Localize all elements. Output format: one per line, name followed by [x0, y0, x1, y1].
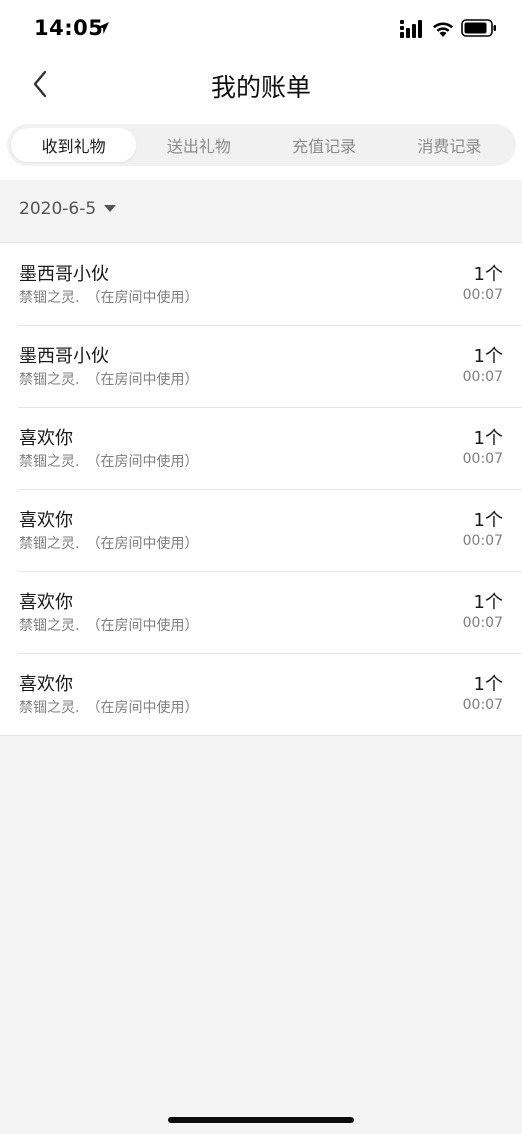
nav-bar: 我的账单 — [0, 58, 522, 114]
gift-time: 00:07 — [462, 615, 503, 631]
gift-time: 00:07 — [462, 287, 503, 303]
gift-source: 禁锢之灵. （在房间中使用） — [19, 290, 199, 306]
list-item: 喜欢你 禁锢之灵. （在房间中使用） 1个 00:07 — [0, 653, 522, 735]
gift-time: 00:07 — [462, 697, 503, 713]
gift-name: 墨西哥小伙 — [19, 346, 109, 367]
list-item: 喜欢你 禁锢之灵. （在房间中使用） 1个 00:07 — [0, 571, 522, 653]
tab-sent-gifts[interactable]: 送出礼物 — [136, 128, 261, 162]
gift-source: 禁锢之灵. （在房间中使用） — [19, 618, 199, 634]
page-title: 我的账单 — [210, 73, 311, 102]
gift-count: 1个 — [473, 510, 503, 531]
gift-time: 00:07 — [462, 533, 503, 549]
tab-spending-records[interactable]: 消费记录 — [387, 128, 512, 162]
list-item: 喜欢你 禁锢之灵. （在房间中使用） 1个 00:07 — [0, 407, 522, 489]
gift-source: 禁锢之灵. （在房间中使用） — [19, 536, 199, 552]
records-list: 墨西哥小伙 禁锢之灵. （在房间中使用） 1个 00:07 墨西哥小伙 禁锢之灵… — [0, 242, 522, 736]
list-item: 墨西哥小伙 禁锢之灵. （在房间中使用） 1个 00:07 — [0, 243, 522, 325]
gift-count: 1个 — [473, 428, 503, 449]
gift-time: 00:07 — [462, 369, 503, 385]
caret-down-icon — [104, 205, 117, 212]
tab-recharge-records[interactable]: 充值记录 — [262, 128, 387, 162]
gift-source: 禁锢之灵. （在房间中使用） — [19, 454, 199, 470]
status-bar: 14:05 — [0, 0, 522, 58]
gift-count: 1个 — [473, 346, 503, 367]
tab-received-gifts[interactable]: 收到礼物 — [11, 128, 137, 162]
battery-icon — [461, 19, 496, 37]
gift-name: 喜欢你 — [19, 510, 73, 531]
header-area: 14:05 我的账单 收到礼物 送出礼物 充值记录 消费记录 — [0, 0, 522, 180]
location-arrow-icon — [97, 22, 109, 34]
gift-name: 喜欢你 — [19, 428, 73, 449]
wifi-icon — [433, 22, 453, 37]
gift-name: 喜欢你 — [19, 674, 73, 695]
gift-count: 1个 — [473, 592, 503, 613]
status-time: 14:05 — [34, 16, 104, 40]
gift-name: 墨西哥小伙 — [19, 264, 109, 285]
gift-count: 1个 — [473, 674, 503, 695]
gift-count: 1个 — [473, 264, 503, 285]
list-item: 墨西哥小伙 禁锢之灵. （在房间中使用） 1个 00:07 — [0, 325, 522, 407]
date-filter-bar: 2020-6-5 — [0, 180, 522, 242]
list-item: 喜欢你 禁锢之灵. （在房间中使用） 1个 00:07 — [0, 489, 522, 571]
date-value: 2020-6-5 — [19, 199, 97, 219]
date-dropdown[interactable]: 2020-6-5 — [19, 199, 117, 219]
cellular-signal-icon — [400, 20, 422, 38]
segmented-tabs: 收到礼物 送出礼物 充值记录 消费记录 — [7, 124, 516, 166]
home-indicator — [168, 1117, 354, 1123]
gift-source: 禁锢之灵. （在房间中使用） — [19, 372, 199, 388]
gift-source: 禁锢之灵. （在房间中使用） — [19, 700, 199, 716]
gift-time: 00:07 — [462, 451, 503, 467]
gift-name: 喜欢你 — [19, 592, 73, 613]
